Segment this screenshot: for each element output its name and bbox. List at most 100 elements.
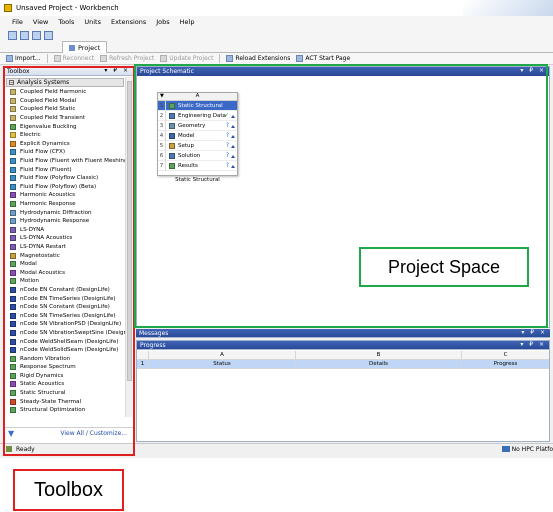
toolbox-item[interactable]: nCode SN VibrationPSD (DesignLife): [4, 320, 126, 329]
toolbox-item[interactable]: Fluid Flow (Fluent): [4, 165, 126, 174]
system-cell[interactable]: 1 Static Structural: [158, 100, 237, 111]
toolbox-item[interactable]: nCode WeldSolidSeam (DesignLife): [4, 346, 126, 355]
toolbox-item[interactable]: Modal Acoustics: [4, 268, 126, 277]
act-start-page-button[interactable]: ACT Start Page: [296, 55, 350, 62]
toolbox-item[interactable]: Eigenvalue Buckling: [4, 122, 126, 131]
import-button[interactable]: Import...: [6, 55, 41, 62]
menu-view[interactable]: View: [33, 18, 48, 26]
reload-extensions-button[interactable]: Reload Extensions: [226, 55, 290, 62]
toolbox-item-label: LS-DYNA Acoustics: [20, 235, 73, 242]
update-project-button[interactable]: Update Project: [160, 55, 213, 62]
toolbox-item[interactable]: Fluid Flow (CFX): [4, 148, 126, 157]
system-cell[interactable]: 6 Solution?: [158, 150, 237, 161]
import-icon: [6, 55, 13, 62]
toolbox-panel: Toolbox ▾ ₽ × − Analysis Systems Coupled…: [3, 66, 134, 454]
toolbox-item[interactable]: Explicit Dynamics: [4, 140, 126, 149]
system-name-label[interactable]: Static Structural: [157, 177, 238, 183]
toolbox-item[interactable]: Hydrodynamic Diffraction: [4, 208, 126, 217]
analysis-system-icon: [10, 329, 16, 336]
system-menu-arrow-icon[interactable]: ▼: [160, 93, 164, 99]
toolbox-item[interactable]: LS-DYNA: [4, 226, 126, 235]
toolbox-item[interactable]: Motion: [4, 277, 126, 286]
toolbox-item[interactable]: nCode SN TimeSeries (DesignLife): [4, 311, 126, 320]
refresh-project-button[interactable]: Refresh Project: [100, 55, 154, 62]
system-cell[interactable]: 7 Results?: [158, 160, 237, 171]
analysis-system-icon: [10, 364, 16, 371]
toolbox-item[interactable]: nCode SN VibrationSweptSine (DesignLife): [4, 329, 126, 338]
tab-project[interactable]: Project: [62, 41, 108, 53]
analysis-systems-section[interactable]: − Analysis Systems: [6, 78, 124, 87]
toolbox-item[interactable]: LS-DYNA Restart: [4, 243, 126, 252]
system-cell[interactable]: 5 Setup?: [158, 140, 237, 151]
analysis-system-icon: [10, 321, 16, 328]
title-decoration: [463, 0, 553, 16]
toolbox-item[interactable]: Fluid Flow (Fluent with Fluent Meshing): [4, 157, 126, 166]
toolbox-item[interactable]: Structural Optimization: [4, 406, 126, 415]
toolbox-item[interactable]: Static Acoustics: [4, 380, 126, 389]
toolbox-item[interactable]: Modal: [4, 260, 126, 269]
save-as-icon[interactable]: [44, 30, 53, 40]
toolbox-item[interactable]: nCode EN Constant (DesignLife): [4, 286, 126, 295]
toolbox-items: Coupled Field Harmonic Coupled Field Moda…: [4, 88, 126, 415]
toolbox-item[interactable]: Static Structural: [4, 389, 126, 398]
scrollbar-thumb[interactable]: [127, 81, 132, 381]
toolbox-scrollbar[interactable]: [125, 77, 132, 417]
analysis-system-icon: [10, 390, 16, 397]
toolbox-item[interactable]: Coupled Field Harmonic: [4, 88, 126, 97]
cell-label: Model: [178, 132, 195, 139]
reconnect-icon: [53, 55, 61, 62]
toolbox-item[interactable]: Steady-State Thermal: [4, 397, 126, 406]
new-project-icon[interactable]: [8, 30, 17, 40]
toolbox-item-label: Fluid Flow (Polyflow) (Beta): [20, 183, 97, 190]
view-all-customize-link[interactable]: View All / Customize...: [60, 430, 127, 437]
toolbox-item-label: Fluid Flow (Fluent): [20, 166, 72, 173]
menu-help[interactable]: Help: [180, 18, 195, 26]
toolbox-item[interactable]: nCode SN Constant (DesignLife): [4, 303, 126, 312]
system-cell[interactable]: 3 Geometry?: [158, 120, 237, 131]
toolbox-item[interactable]: Response Spectrum: [4, 363, 126, 372]
toolbox-item[interactable]: Random Vibration: [4, 354, 126, 363]
tab-project-label: Project: [78, 43, 101, 52]
menu-jobs[interactable]: Jobs: [156, 18, 169, 26]
menu-extensions[interactable]: Extensions: [111, 18, 146, 26]
progress-table: A B C 1 Status Details Progress: [137, 350, 549, 369]
open-project-icon[interactable]: [20, 30, 29, 40]
toolbox-item[interactable]: Hydrodynamic Response: [4, 217, 126, 226]
hpc-status[interactable]: No HPC Platfo: [501, 446, 553, 453]
menu-tools[interactable]: Tools: [58, 18, 74, 26]
toolbox-item-label: Coupled Field Harmonic: [20, 89, 87, 96]
toolbox-item-label: Coupled Field Modal: [20, 97, 77, 104]
collapse-icon[interactable]: −: [9, 80, 14, 86]
toolbox-item[interactable]: nCode WeldShellSeam (DesignLife): [4, 337, 126, 346]
toolbox-item[interactable]: Coupled Field Transient: [4, 114, 126, 123]
toolbox-item[interactable]: Fluid Flow (Polyflow) (Beta): [4, 183, 126, 192]
toolbox-item[interactable]: nCode EN TimeSeries (DesignLife): [4, 294, 126, 303]
toolbox-item-label: nCode SN VibrationSweptSine (DesignLife): [20, 329, 126, 336]
analysis-system-icon: [10, 312, 16, 319]
system-cell[interactable]: 4 Model?: [158, 130, 237, 141]
toolbox-item[interactable]: Magnetostatic: [4, 251, 126, 260]
toolbox-item[interactable]: Harmonic Response: [4, 200, 126, 209]
toolbox-item-label: Modal: [20, 261, 37, 268]
toolbox-item-label: Explicit Dynamics: [20, 140, 70, 147]
toolbox-item[interactable]: Rigid Dynamics: [4, 372, 126, 381]
filter-icon[interactable]: ▼: [8, 429, 14, 438]
toolbox-window-controls[interactable]: ▾ ₽ ×: [104, 67, 130, 74]
messages-window-controls[interactable]: ▾ ₽ ×: [521, 329, 547, 336]
progress-window-controls[interactable]: ▾ ₽ ×: [520, 341, 546, 348]
toolbox-item[interactable]: Coupled Field Modal: [4, 97, 126, 106]
toolbox-item[interactable]: LS-DYNA Acoustics: [4, 234, 126, 243]
menu-file[interactable]: File: [12, 18, 23, 26]
save-icon[interactable]: [32, 30, 41, 40]
toolbox-item[interactable]: Electric: [4, 131, 126, 140]
schematic-window-controls[interactable]: ▾ ₽ ×: [520, 67, 546, 74]
toolbox-item[interactable]: Harmonic Acoustics: [4, 191, 126, 200]
system-cell[interactable]: 2 Engineering Data ✓: [158, 110, 237, 121]
toolbox-item[interactable]: Coupled Field Static: [4, 105, 126, 114]
toolbox-item-label: Fluid Flow (Polyflow Classic): [20, 175, 99, 182]
reconnect-button[interactable]: Reconnect: [53, 55, 94, 62]
table-row[interactable]: 1 Status Details Progress: [137, 359, 549, 369]
system-block-static-structural[interactable]: ▼ A 1 Static Structural 2 Engineering Data ✓…: [157, 92, 238, 176]
toolbox-item[interactable]: Fluid Flow (Polyflow Classic): [4, 174, 126, 183]
menu-units[interactable]: Units: [84, 18, 101, 26]
